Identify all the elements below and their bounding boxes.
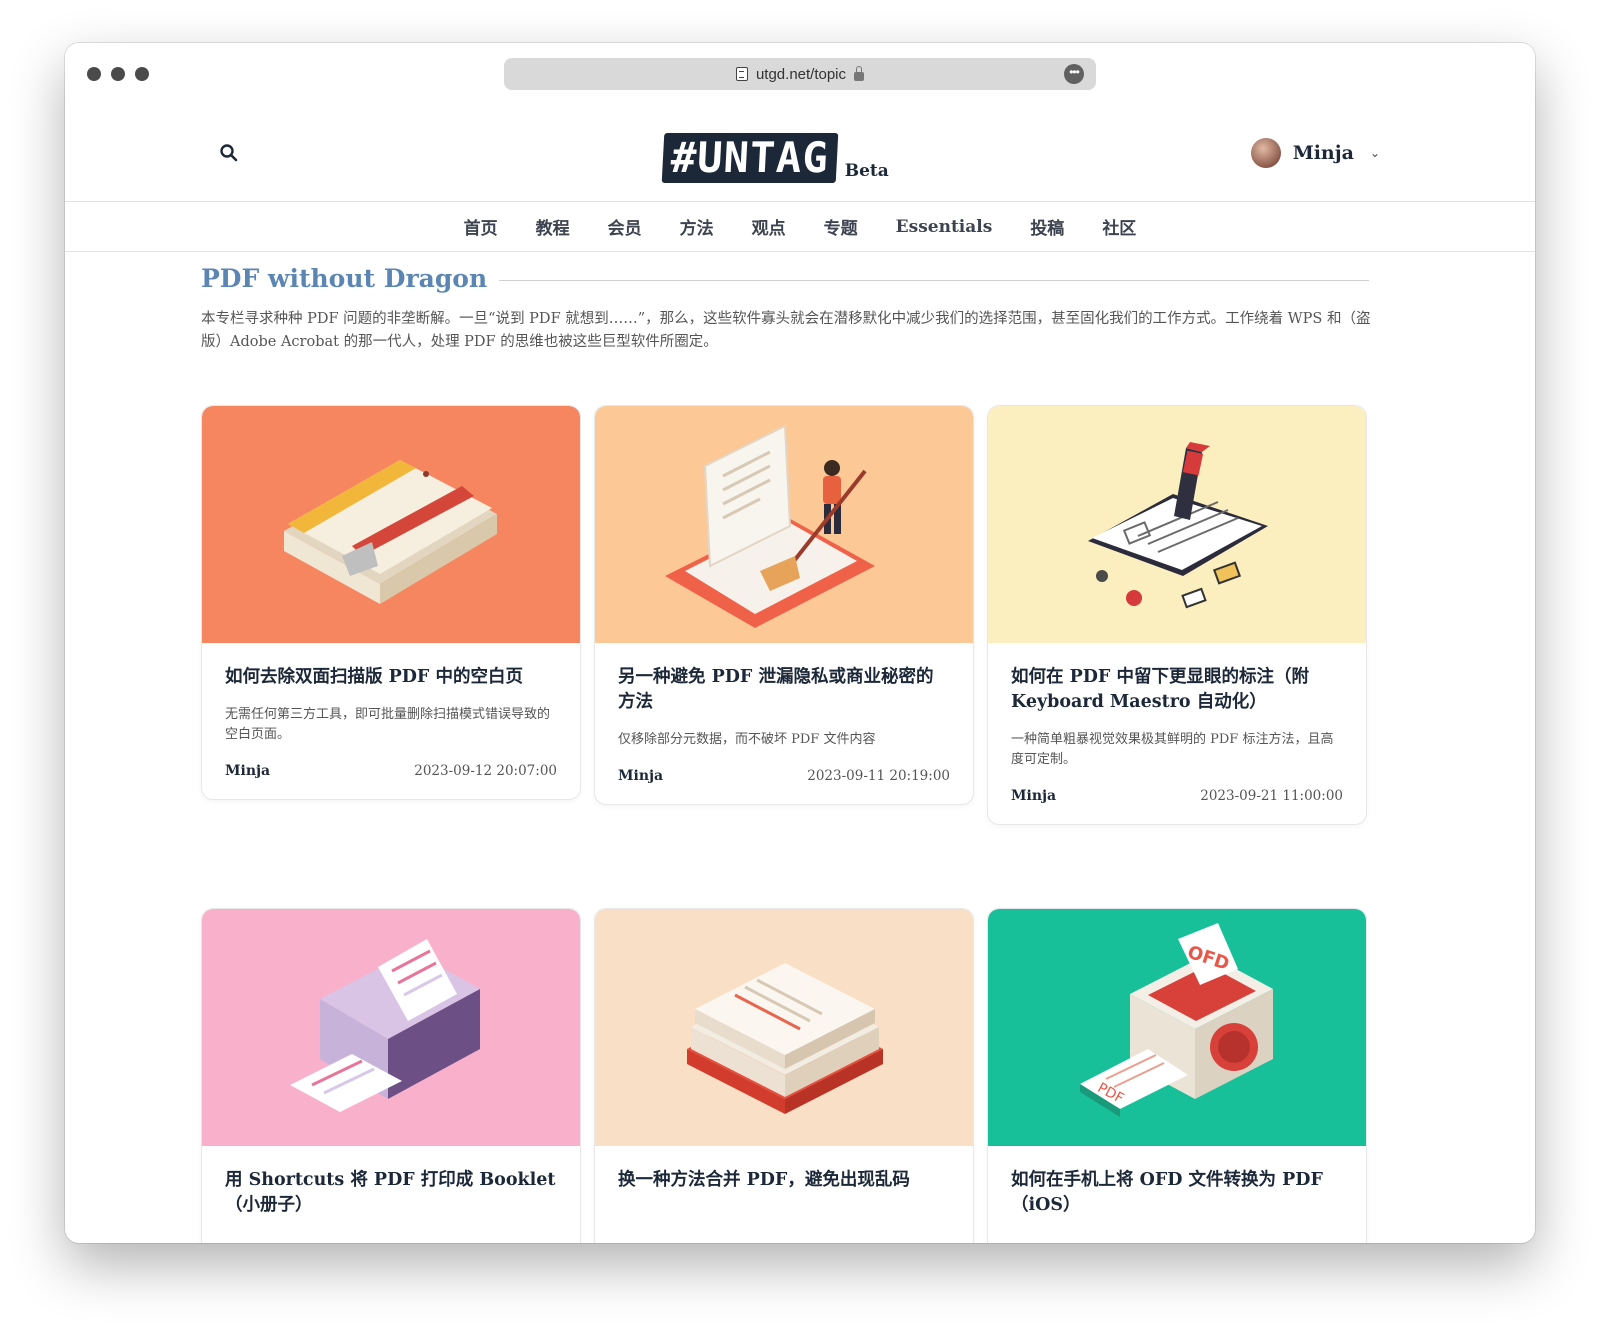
- lock-icon: [854, 65, 865, 81]
- browser-titlebar: utgd.net/topic •••: [65, 43, 1535, 109]
- card-author[interactable]: Minja: [618, 768, 663, 784]
- card-author[interactable]: Minja: [225, 763, 270, 779]
- address-bar[interactable]: utgd.net/topic •••: [504, 58, 1096, 90]
- article-card[interactable]: OFD PDF 如何在手机上将 OFD 文件转换为 PDF（iOS）: [987, 908, 1367, 1243]
- article-card[interactable]: 用 Shortcuts 将 PDF 打印成 Booklet（小册子）: [201, 908, 581, 1243]
- user-menu[interactable]: Minja ⌄: [1250, 138, 1380, 168]
- page-icon: [735, 67, 748, 81]
- book-and-knife-illustration: [202, 406, 580, 643]
- user-name[interactable]: Minja: [1293, 142, 1354, 164]
- main-nav: 首页 教程 会员 方法 观点 专题 Essentials 投稿 社区: [65, 201, 1535, 252]
- marker-on-document-illustration: [988, 406, 1366, 643]
- minimize-window-button[interactable]: [111, 67, 125, 81]
- ofd-to-pdf-machine-illustration: OFD PDF: [988, 909, 1366, 1146]
- search-icon[interactable]: [219, 143, 239, 163]
- url-text: utgd.net/topic: [755, 65, 847, 83]
- browser-window: utgd.net/topic ••• #UNTAG Beta Minja ⌄ 首…: [65, 43, 1535, 1243]
- nav-item-membership[interactable]: 会员: [589, 214, 661, 239]
- card-date: 2023-09-11 20:19:00: [807, 768, 950, 784]
- card-title[interactable]: 如何在 PDF 中留下更显眼的标注（附 Keyboard Maestro 自动化…: [1011, 665, 1343, 715]
- ellipsis-icon[interactable]: •••: [1064, 64, 1084, 84]
- printer-illustration: [202, 909, 580, 1146]
- article-card[interactable]: 另一种避免 PDF 泄漏隐私或商业秘密的方法 仅移除部分元数据，而不破坏 PDF…: [594, 405, 974, 805]
- logo-wordmark: #UNTAG: [661, 133, 839, 183]
- nav-item-tutorials[interactable]: 教程: [517, 214, 589, 239]
- nav-item-community[interactable]: 社区: [1083, 214, 1155, 239]
- page-title: PDF without Dragon: [201, 263, 488, 293]
- nav-item-home[interactable]: 首页: [445, 214, 517, 239]
- card-excerpt: 一种简单粗暴视觉效果极其鲜明的 PDF 标注方法，且高度可定制。: [1011, 732, 1334, 767]
- card-date: 2023-09-21 11:00:00: [1200, 788, 1343, 804]
- zoom-window-button[interactable]: [135, 67, 149, 81]
- card-author[interactable]: Minja: [1011, 788, 1056, 804]
- nav-item-essentials[interactable]: Essentials: [877, 217, 1012, 237]
- card-image[interactable]: OFD PDF: [988, 909, 1366, 1146]
- close-window-button[interactable]: [87, 67, 101, 81]
- site-logo[interactable]: #UNTAG Beta: [661, 123, 889, 183]
- site-header: #UNTAG Beta Minja ⌄: [65, 109, 1535, 201]
- card-image[interactable]: [202, 909, 580, 1146]
- avatar[interactable]: [1250, 138, 1281, 168]
- card-excerpt: 无需任何第三方工具，即可批量删除扫描模式错误导致的空白页面。: [225, 707, 551, 742]
- card-date: 2023-09-12 20:07:00: [414, 763, 557, 779]
- card-title[interactable]: 如何在手机上将 OFD 文件转换为 PDF（iOS）: [1011, 1168, 1343, 1218]
- article-card[interactable]: 如何在 PDF 中留下更显眼的标注（附 Keyboard Maestro 自动化…: [987, 405, 1367, 825]
- nav-item-opinions[interactable]: 观点: [733, 214, 805, 239]
- nav-item-methods[interactable]: 方法: [661, 214, 733, 239]
- card-image[interactable]: [595, 406, 973, 643]
- card-title[interactable]: 如何去除双面扫描版 PDF 中的空白页: [225, 665, 557, 690]
- topic-description: 本专栏寻求种种 PDF 问题的非垄断解。一旦“说到 PDF 就想到……”，那么，…: [201, 311, 1371, 350]
- card-image[interactable]: [202, 406, 580, 643]
- card-excerpt: 仅移除部分元数据，而不破坏 PDF 文件内容: [618, 732, 876, 747]
- card-title[interactable]: 用 Shortcuts 将 PDF 打印成 Booklet（小册子）: [225, 1168, 557, 1218]
- nav-item-topics[interactable]: 专题: [805, 214, 877, 239]
- article-card[interactable]: 如何去除双面扫描版 PDF 中的空白页 无需任何第三方工具，即可批量删除扫描模式…: [201, 405, 581, 800]
- card-title[interactable]: 另一种避免 PDF 泄漏隐私或商业秘密的方法: [618, 665, 950, 715]
- card-title[interactable]: 换一种方法合并 PDF，避免出现乱码: [618, 1168, 950, 1193]
- nav-item-submit[interactable]: 投稿: [1011, 214, 1083, 239]
- title-divider: [499, 279, 1369, 281]
- chevron-down-icon[interactable]: ⌄: [1370, 146, 1380, 160]
- article-card[interactable]: 换一种方法合并 PDF，避免出现乱码: [594, 908, 974, 1243]
- beta-badge: Beta: [844, 161, 889, 181]
- person-sweeping-document-illustration: [595, 406, 973, 643]
- card-image[interactable]: [595, 909, 973, 1146]
- window-controls: [87, 67, 149, 81]
- card-image[interactable]: [988, 406, 1366, 643]
- paper-stack-illustration: [595, 909, 973, 1146]
- topic-header: PDF without Dragon: [201, 258, 1369, 298]
